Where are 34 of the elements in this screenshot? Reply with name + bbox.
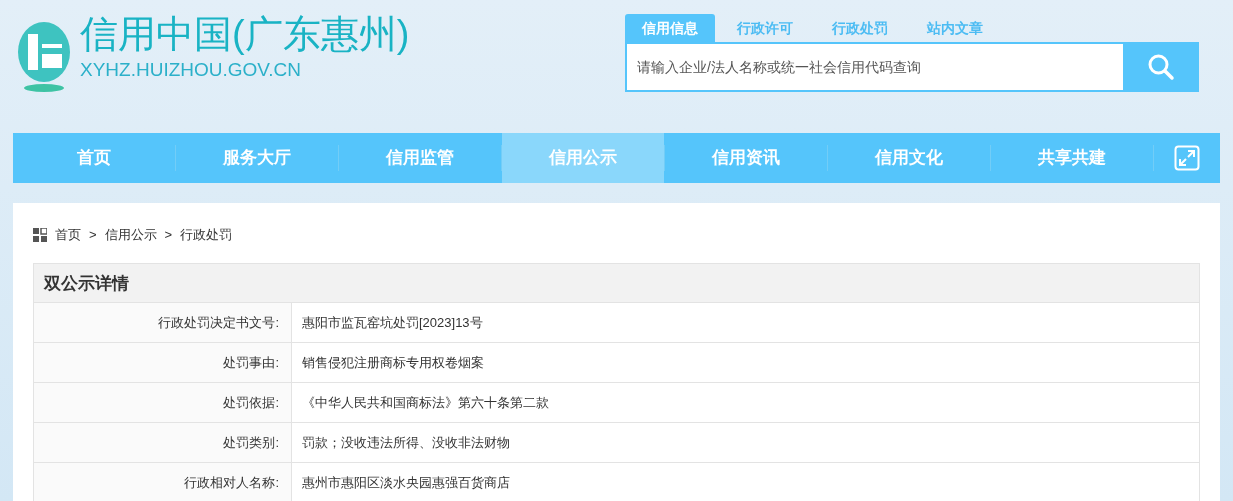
field-value: 惠阳市监瓦窑坑处罚[2023]13号 [301, 313, 483, 332]
field-value: 罚款；没收违法所得、没收非法财物 [301, 433, 510, 452]
field-value: 惠州市惠阳区淡水央园惠强百货商店 [301, 473, 510, 492]
breadcrumb-separator: > [89, 226, 97, 244]
search-button[interactable] [1123, 42, 1199, 92]
field-value: 《中华人民共和国商标法》第六十条第二款 [301, 393, 549, 412]
grid-icon [33, 227, 47, 242]
search-field[interactable]: 请输入企业/法人名称或统一社会信用代码查询 [625, 42, 1123, 92]
nav-item[interactable]: 信用监管 [339, 133, 501, 183]
search-tab[interactable]: 信用信息 [625, 14, 715, 42]
expand-icon [1174, 145, 1200, 172]
nav-item[interactable]: 首页 [13, 133, 175, 183]
nav-item[interactable]: 信用公示 [502, 133, 664, 183]
nav-item[interactable]: 共享共建 [991, 133, 1153, 183]
breadcrumb-item[interactable]: 信用公示 [104, 225, 157, 245]
section-title: 双公示详情 [33, 262, 1200, 303]
field-label: 处罚依据: [34, 382, 292, 422]
search-tab[interactable]: 行政许可 [720, 14, 810, 42]
search-tab[interactable]: 站内文章 [910, 14, 1000, 42]
search-icon [1147, 53, 1175, 81]
field-label: 处罚事由: [34, 342, 292, 382]
breadcrumb-item: 行政处罚 [180, 226, 233, 244]
field-label: 行政处罚决定书文号: [34, 302, 292, 342]
site-title: 信用中国(广东惠州) [80, 14, 410, 56]
search-tab[interactable]: 行政处罚 [815, 14, 905, 42]
nav-item[interactable]: 信用资讯 [665, 133, 827, 183]
field-label: 处罚类别: [34, 422, 292, 462]
nav-item[interactable]: 信用文化 [828, 133, 990, 183]
nav-item[interactable]: 服务大厅 [176, 133, 338, 183]
breadcrumb-item[interactable]: 首页 [55, 225, 81, 245]
field-label: 行政相对人名称: [34, 462, 292, 501]
site-url: XYHZ.HUIZHOU.GOV.CN [80, 59, 302, 79]
field-value: 销售侵犯注册商标专用权卷烟案 [301, 353, 484, 372]
breadcrumb-separator: > [164, 226, 173, 244]
